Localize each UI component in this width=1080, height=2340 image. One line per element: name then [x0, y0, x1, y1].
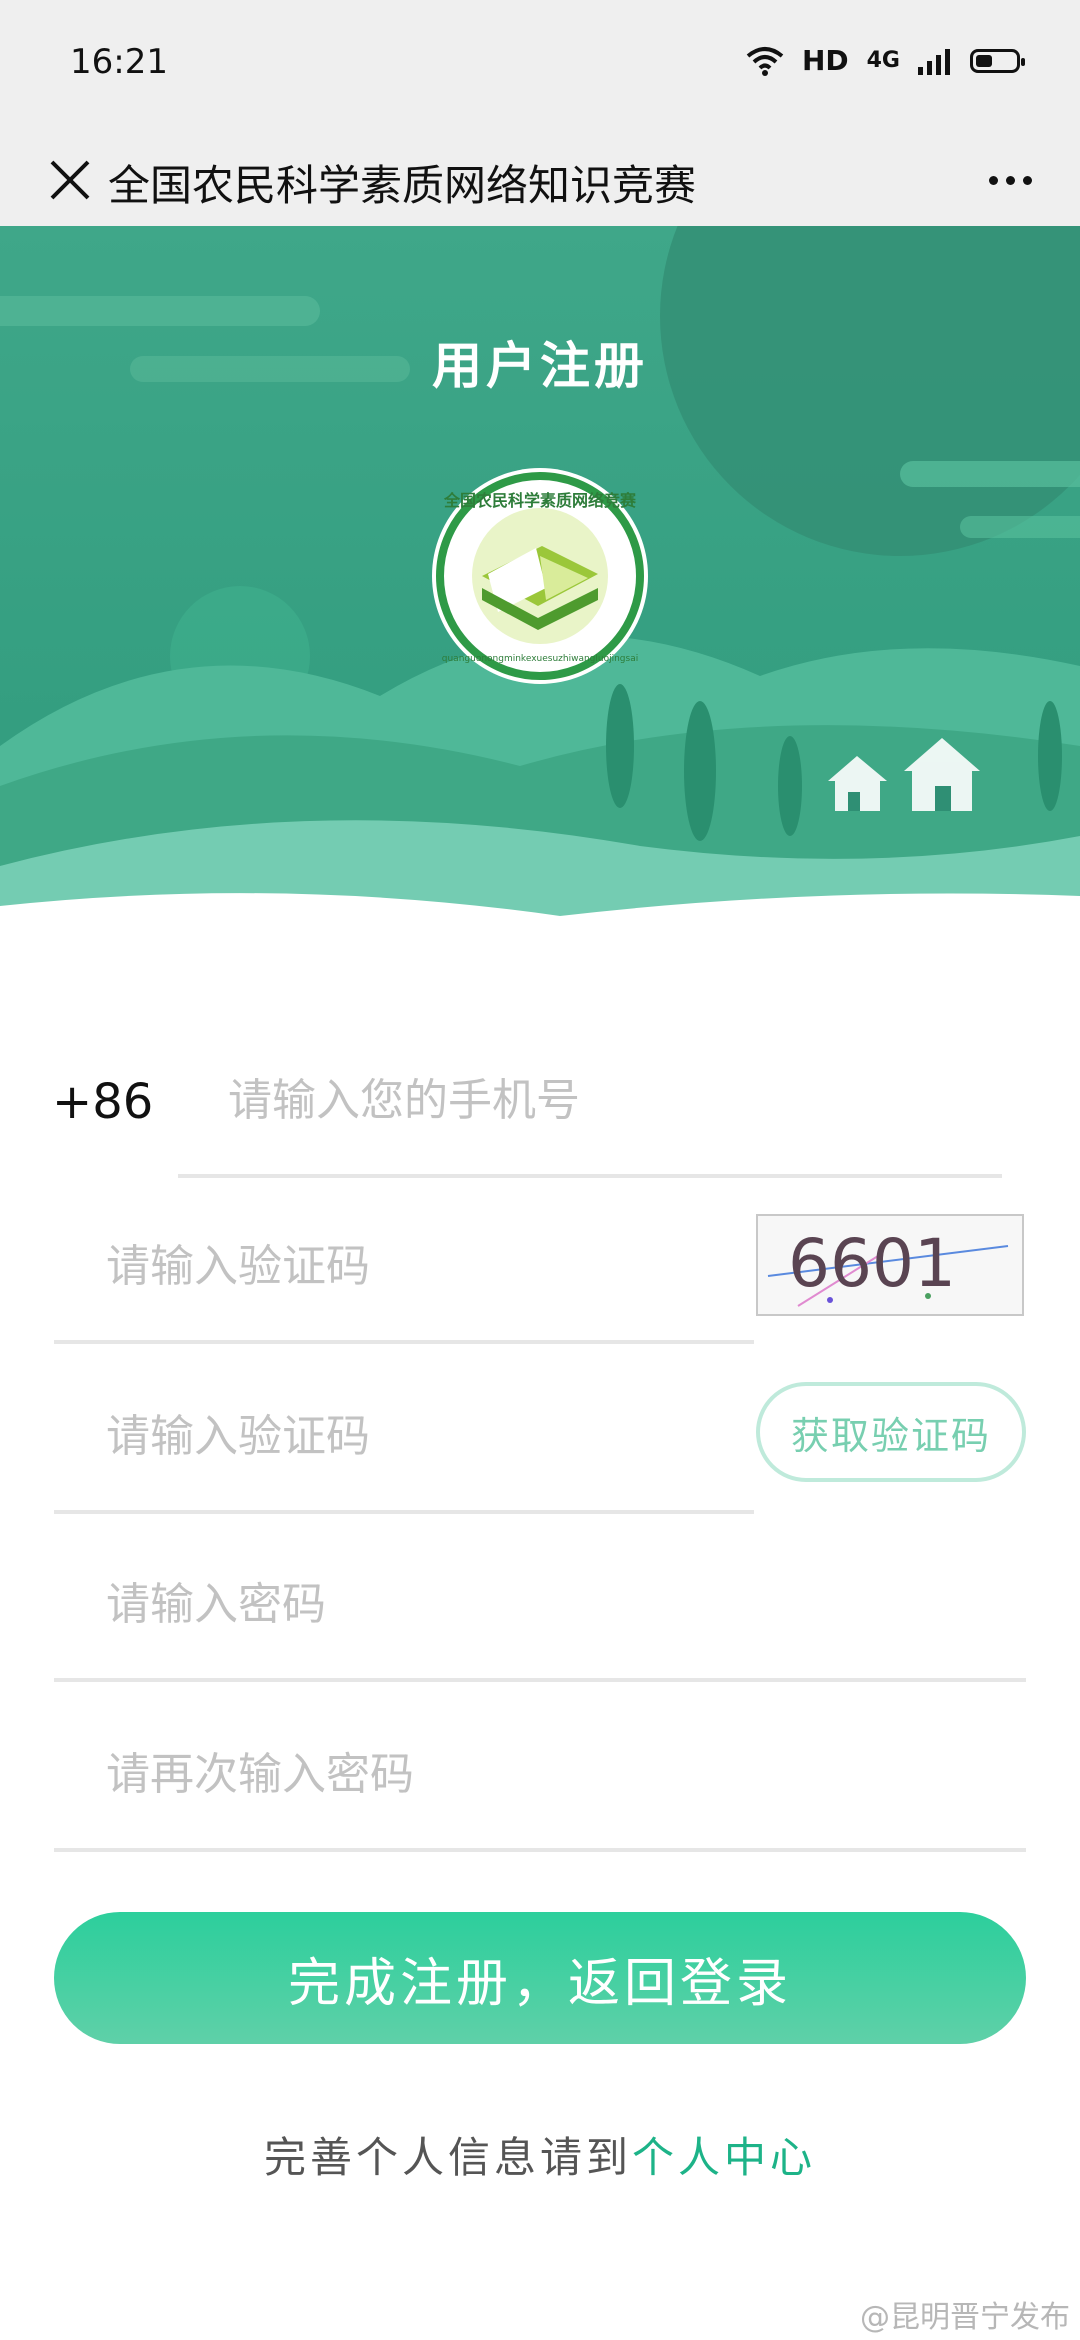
hero-banner: 用户注册 全国农民科学素质网络竞赛 quanguonongminkexuesuz…	[0, 226, 1080, 956]
logo-pinyin-text: quanguonongminkexuesuzhiwangluojingsai	[442, 654, 638, 664]
network-indicator: 4G	[866, 47, 900, 73]
footer-prefix: 完善个人信息请到	[263, 2133, 632, 2182]
register-title: 用户注册	[432, 337, 648, 395]
captcha-image[interactable]: 6601	[756, 1214, 1024, 1316]
get-code-button[interactable]: 获取验证码	[756, 1382, 1026, 1482]
hd-indicator: HD	[801, 44, 849, 77]
signal-icon	[918, 48, 950, 75]
more-button[interactable]	[970, 140, 1050, 220]
submit-button[interactable]: 完成注册，返回登录	[54, 1912, 1026, 2044]
sms-code-underline	[54, 1510, 754, 1514]
personal-center-link[interactable]: 个人中心	[632, 2133, 816, 2182]
more-icon	[988, 175, 998, 185]
country-code[interactable]: +86	[52, 1074, 153, 1130]
status-bar: 16:21 HD 4G	[0, 0, 1080, 130]
watermark-text: @昆明晋宁发布	[860, 2300, 1070, 2335]
page-title: 全国农民科学素质网络知识竞赛	[108, 161, 697, 210]
captcha-underline	[54, 1340, 754, 1344]
status-time: 16:21	[70, 42, 168, 82]
battery-icon	[970, 48, 1025, 73]
footer-hint: 完善个人信息请到个人中心	[0, 2124, 1080, 2185]
captcha-input[interactable]	[104, 1230, 748, 1302]
confirm-password-input[interactable]	[104, 1738, 1028, 1810]
wifi-icon	[746, 46, 784, 76]
close-icon	[50, 160, 90, 200]
close-button[interactable]	[30, 140, 110, 220]
logo-ring-text: 全国农民科学素质网络竞赛	[443, 491, 637, 510]
sms-code-input[interactable]	[104, 1400, 748, 1472]
password-input[interactable]	[104, 1568, 1028, 1640]
status-icons: HD 4G	[746, 44, 1025, 77]
competition-logo: 全国农民科学素质网络竞赛 quanguonongminkexuesuzhiwan…	[430, 466, 650, 686]
phone-underline	[178, 1174, 1002, 1178]
nav-bar: 全国农民科学素质网络知识竞赛	[0, 130, 1080, 226]
captcha-text: 6601	[788, 1225, 956, 1302]
phone-input[interactable]	[226, 1064, 1010, 1136]
logo-emblem-icon: 全国农民科学素质网络竞赛 quanguonongminkexuesuzhiwan…	[432, 468, 648, 684]
password-underline	[54, 1678, 1026, 1682]
confirm-password-underline	[54, 1848, 1026, 1852]
